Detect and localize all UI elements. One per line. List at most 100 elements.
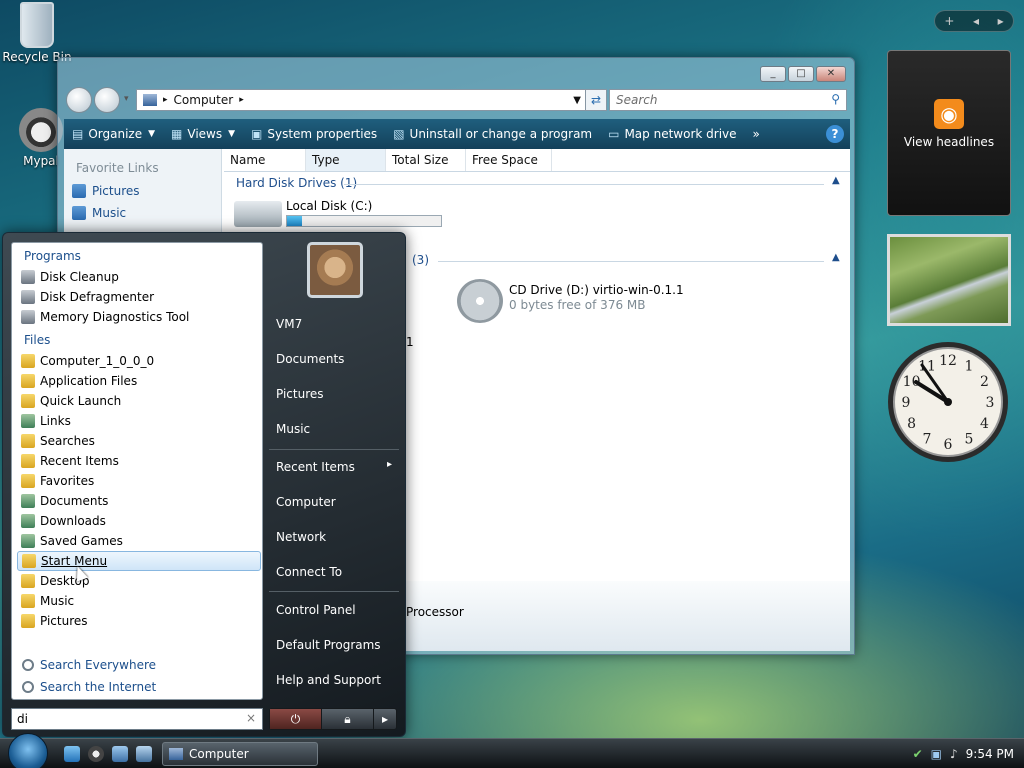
- lock-icon[interactable]: 🔒︎: [322, 709, 374, 729]
- forward-button[interactable]: [94, 87, 120, 113]
- views-button[interactable]: ▦ Views ▼: [163, 127, 243, 141]
- search-internet-link[interactable]: Search the Internet: [22, 680, 156, 694]
- clear-search-icon[interactable]: ×: [246, 711, 256, 725]
- column-header-free-space[interactable]: Free Space: [466, 149, 552, 171]
- group-header-hard-disk-drives[interactable]: Hard Disk Drives (1): [236, 176, 357, 190]
- security-icon[interactable]: ✔: [913, 747, 923, 761]
- taskbar-button-label: Computer: [189, 747, 249, 761]
- start-right-pictures[interactable]: Pictures: [276, 387, 324, 401]
- address-dropdown-icon[interactable]: ▼: [573, 95, 581, 106]
- favorite-link-music[interactable]: Music: [72, 206, 126, 220]
- start-result-item[interactable]: Downloads: [17, 511, 261, 531]
- start-result-item[interactable]: Saved Games: [17, 531, 261, 551]
- group-header-removable-count[interactable]: (3): [412, 253, 429, 267]
- clock-number: 3: [986, 395, 995, 411]
- start-result-item[interactable]: Disk Defragmenter: [17, 287, 261, 307]
- breadcrumb-chevron-icon[interactable]: ▸: [239, 95, 244, 105]
- clock-gadget[interactable]: 12 1 2 3 4 5 6 7 8 9 10 11: [886, 340, 1010, 464]
- add-gadget-icon[interactable]: +: [944, 14, 954, 28]
- disk-cleanup-icon: [21, 270, 35, 284]
- user-avatar[interactable]: [307, 242, 363, 298]
- system-properties-button[interactable]: ▣ System properties: [243, 127, 385, 141]
- start-search-input[interactable]: di ×: [11, 708, 263, 730]
- start-right-control-panel[interactable]: Control Panel: [276, 603, 356, 617]
- local-disk-name[interactable]: Local Disk (C:): [286, 199, 372, 213]
- start-right-music[interactable]: Music: [276, 422, 310, 436]
- collapse-group-icon[interactable]: ▲: [832, 252, 840, 263]
- mypal-quicklaunch-icon[interactable]: [88, 746, 104, 762]
- music-icon: [72, 206, 86, 220]
- toolbar-label: Views: [187, 127, 223, 141]
- toolbar-overflow-button[interactable]: »: [745, 127, 768, 141]
- cd-drive-detail: 0 bytes free of 376 MB: [509, 298, 646, 312]
- local-disk-usage-bar: [286, 215, 442, 227]
- organize-icon: ▤: [72, 127, 84, 141]
- collapse-group-icon[interactable]: ▲: [832, 175, 840, 186]
- start-button[interactable]: [8, 733, 48, 768]
- start-result-item[interactable]: Desktop: [17, 571, 261, 591]
- start-result-item[interactable]: Favorites: [17, 471, 261, 491]
- start-result-item[interactable]: Disk Cleanup: [17, 267, 261, 287]
- refresh-button[interactable]: ⇄: [585, 89, 607, 111]
- start-right-documents[interactable]: Documents: [276, 352, 344, 366]
- show-desktop-icon[interactable]: [112, 746, 128, 762]
- start-right-connect-to[interactable]: Connect To: [276, 565, 342, 579]
- start-result-item[interactable]: Music: [17, 591, 261, 611]
- taskbar-button-computer[interactable]: Computer: [162, 742, 318, 766]
- tray-clock[interactable]: 9:54 PM: [966, 747, 1014, 761]
- start-result-item[interactable]: Pictures: [17, 611, 261, 631]
- internet-explorer-icon[interactable]: [64, 746, 80, 762]
- clock-number: 12: [939, 353, 957, 369]
- favorite-link-pictures[interactable]: Pictures: [72, 184, 140, 198]
- start-result-item[interactable]: Documents: [17, 491, 261, 511]
- network-icon[interactable]: ▣: [931, 747, 942, 761]
- column-header-type[interactable]: Type: [306, 149, 386, 171]
- previous-icon[interactable]: ◂: [973, 14, 979, 28]
- start-right-help-and-support[interactable]: Help and Support: [276, 673, 381, 687]
- start-result-label: Saved Games: [40, 534, 123, 548]
- map-network-drive-button[interactable]: ▭ Map network drive: [600, 127, 744, 141]
- start-result-item[interactable]: Start Menu: [17, 551, 261, 571]
- start-right-separator: [269, 591, 399, 592]
- start-right-computer[interactable]: Computer: [276, 495, 336, 509]
- cd-drive-name[interactable]: CD Drive (D:) virtio-win-0.1.1: [509, 283, 684, 297]
- start-result-item[interactable]: Searches: [17, 431, 261, 451]
- start-right-default-programs[interactable]: Default Programs: [276, 638, 381, 652]
- start-right-network[interactable]: Network: [276, 530, 326, 544]
- address-bar[interactable]: ▸ Computer ▸ ▼: [136, 89, 586, 111]
- start-result-item[interactable]: Application Files: [17, 371, 261, 391]
- toolbar-label: System properties: [267, 127, 378, 141]
- start-result-item[interactable]: Links: [17, 411, 261, 431]
- volume-icon[interactable]: ♪: [950, 747, 958, 761]
- column-header-total-size[interactable]: Total Size: [386, 149, 466, 171]
- desktop-icon-recycle-bin[interactable]: Recycle Bin: [0, 2, 74, 64]
- power-icon[interactable]: ⏻: [270, 709, 322, 729]
- start-right-user[interactable]: VM7: [276, 317, 302, 331]
- search-input[interactable]: Search ⚲: [609, 89, 847, 111]
- dropdown-arrow-icon: ▼: [148, 129, 156, 139]
- start-result-item[interactable]: Quick Launch: [17, 391, 261, 411]
- back-button[interactable]: [66, 87, 92, 113]
- start-result-item[interactable]: Recent Items: [17, 451, 261, 471]
- slideshow-gadget[interactable]: [887, 234, 1011, 326]
- breadcrumb-computer[interactable]: Computer: [174, 93, 234, 107]
- switch-windows-icon[interactable]: [136, 746, 152, 762]
- organize-button[interactable]: ▤ Organize ▼: [64, 127, 163, 141]
- sidebar-controls[interactable]: + ◂ ▸: [934, 10, 1014, 32]
- shutdown-options-arrow-icon[interactable]: ▸: [374, 709, 396, 729]
- column-header-name[interactable]: Name: [224, 149, 306, 171]
- search-icon[interactable]: ⚲: [831, 92, 840, 106]
- next-icon[interactable]: ▸: [998, 14, 1004, 28]
- start-result-item[interactable]: Memory Diagnostics Tool: [17, 307, 261, 327]
- minimize-button[interactable]: _: [760, 66, 786, 82]
- maximize-button[interactable]: □: [788, 66, 814, 82]
- start-right-recent-items[interactable]: Recent Items: [276, 460, 355, 474]
- recent-pages-dropdown[interactable]: ▾: [124, 94, 129, 104]
- feed-headlines-gadget[interactable]: ◉ View headlines: [887, 50, 1011, 216]
- breadcrumb-chevron-icon[interactable]: ▸: [163, 95, 168, 105]
- search-everywhere-link[interactable]: Search Everywhere: [22, 658, 156, 672]
- start-result-item[interactable]: Computer_1_0_0_0: [17, 351, 261, 371]
- close-button[interactable]: ✕: [816, 66, 846, 82]
- uninstall-program-button[interactable]: ▧ Uninstall or change a program: [385, 127, 600, 141]
- help-icon[interactable]: ?: [826, 125, 844, 143]
